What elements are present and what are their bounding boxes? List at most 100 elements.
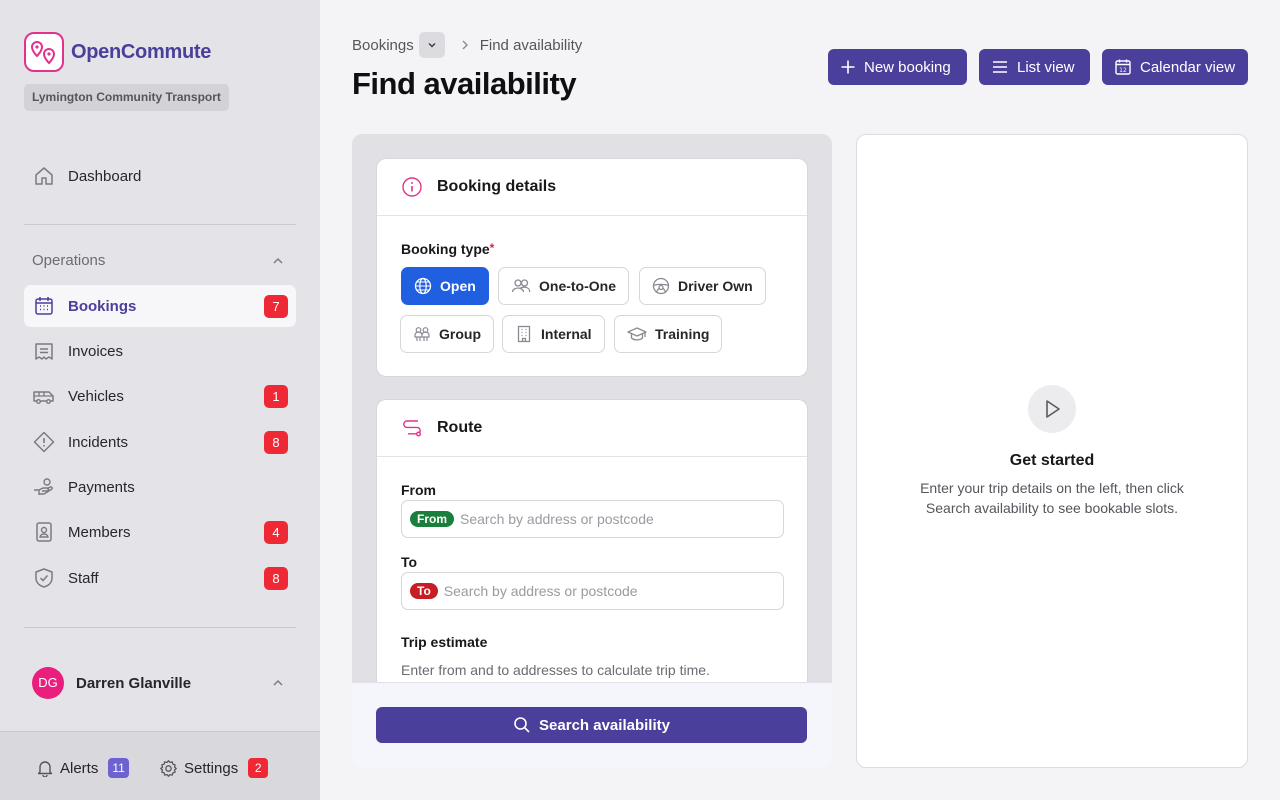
- globe-icon: [414, 277, 432, 295]
- calendar-icon: [35, 297, 53, 315]
- warning-icon: [33, 431, 55, 453]
- graduation-cap-icon: [627, 327, 647, 341]
- booking-type-internal[interactable]: Internal: [502, 315, 605, 353]
- button-label: Search availability: [539, 716, 670, 734]
- card-title: Route: [437, 419, 483, 436]
- sidebar-item-label: Staff: [68, 569, 99, 587]
- svg-text:12: 12: [1119, 67, 1127, 74]
- plus-icon: [841, 60, 855, 74]
- user-name: Darren Glanville: [76, 674, 192, 692]
- sidebar-item-staff[interactable]: Staff 8: [24, 557, 296, 599]
- breadcrumb-current: Find availability: [479, 36, 583, 54]
- booking-type-driver-own[interactable]: Driver Own: [639, 267, 766, 305]
- breadcrumb-dropdown[interactable]: [418, 32, 445, 58]
- gear-icon: [160, 759, 177, 777]
- chevron-up-icon[interactable]: [271, 254, 285, 268]
- avatar: DG: [32, 667, 64, 699]
- alerts-count-badge: 11: [108, 758, 129, 778]
- booking-type-label: Booking type*: [401, 241, 494, 257]
- sidebar-item-dashboard[interactable]: Dashboard: [24, 155, 296, 197]
- chip-label: Internal: [541, 326, 592, 342]
- from-placeholder: Search by address or postcode: [460, 511, 654, 527]
- users-icon: [511, 279, 531, 293]
- count-badge: 7: [264, 295, 288, 318]
- hand-coins-icon: [34, 478, 53, 495]
- chip-label: Group: [439, 326, 481, 342]
- page-title: Find availability: [352, 66, 577, 101]
- from-address-input[interactable]: From Search by address or postcode: [401, 500, 784, 538]
- new-booking-button[interactable]: New booking: [828, 49, 967, 85]
- app-name: OpenCommute: [71, 40, 212, 63]
- breadcrumb-parent[interactable]: Bookings: [352, 37, 414, 54]
- card-header: Booking details: [377, 159, 807, 216]
- home-icon: [35, 167, 53, 185]
- from-tag: From: [410, 511, 454, 527]
- empty-state-description: Enter your trip details on the left, the…: [920, 480, 1184, 516]
- list-icon: [993, 61, 1007, 73]
- booking-type-one-to-one[interactable]: One-to-One: [498, 267, 629, 305]
- bell-icon: [37, 761, 53, 777]
- sidebar-footer: Alerts 11 Settings 2: [0, 731, 320, 800]
- user-menu[interactable]: DG Darren Glanville: [32, 667, 191, 699]
- sidebar: OpenCommute Lymington Community Transpor…: [0, 0, 320, 800]
- sidebar-item-vehicles[interactable]: Vehicles 1: [24, 375, 296, 417]
- button-label: Calendar view: [1140, 58, 1236, 76]
- to-tag: To: [410, 583, 438, 599]
- bus-icon: [33, 391, 54, 404]
- to-address-input[interactable]: To Search by address or postcode: [401, 572, 784, 610]
- section-heading: Operations: [32, 252, 106, 269]
- chevron-down-icon: [428, 42, 436, 48]
- search-icon: [514, 717, 530, 733]
- booking-form-panel: Booking details Booking type* Open One-t…: [352, 134, 832, 768]
- steering-wheel-icon: [652, 277, 670, 295]
- sidebar-item-invoices[interactable]: Invoices: [24, 330, 296, 372]
- settings-button[interactable]: Settings 2: [159, 758, 269, 778]
- id-card-icon: [36, 522, 52, 542]
- sidebar-item-label: Vehicles: [68, 387, 124, 405]
- empty-state-title: Get started: [1009, 452, 1095, 469]
- from-label: From: [401, 482, 436, 498]
- card-title: Booking details: [437, 178, 557, 195]
- required-mark: *: [489, 241, 495, 255]
- sidebar-item-label: Payments: [68, 478, 135, 496]
- chip-label: Driver Own: [678, 278, 753, 294]
- count-badge: 8: [264, 431, 288, 454]
- chevron-up-icon[interactable]: [271, 676, 285, 690]
- app-logo[interactable]: OpenCommute: [24, 32, 211, 72]
- count-badge: 1: [264, 385, 288, 408]
- divider: [24, 224, 296, 225]
- breadcrumb: Bookings Find availability: [352, 32, 582, 58]
- sidebar-item-label: Dashboard: [68, 167, 142, 185]
- sidebar-item-payments[interactable]: Payments: [24, 466, 296, 508]
- calendar-view-button[interactable]: 12 Calendar view: [1102, 49, 1248, 85]
- booking-type-open[interactable]: Open: [401, 267, 489, 305]
- receipt-icon: [35, 343, 53, 360]
- count-badge: 8: [264, 567, 288, 590]
- button-label: New booking: [864, 58, 951, 76]
- booking-type-group[interactable]: Group: [400, 315, 494, 353]
- results-panel: Get started Enter your trip details on t…: [856, 134, 1248, 768]
- sidebar-item-incidents[interactable]: Incidents 8: [24, 421, 296, 463]
- sidebar-item-members[interactable]: Members 4: [24, 511, 296, 553]
- play-icon: [1028, 385, 1076, 433]
- trip-estimate-label: Trip estimate: [401, 634, 488, 650]
- route-icon: [403, 420, 421, 437]
- label-text: Booking type: [401, 241, 490, 257]
- booking-details-card: Booking details Booking type* Open One-t…: [376, 158, 808, 377]
- calendar-icon: 12: [1115, 59, 1131, 75]
- location-pins-icon: [24, 32, 64, 72]
- sidebar-item-label: Members: [68, 523, 131, 541]
- settings-count-badge: 2: [248, 758, 269, 778]
- sidebar-item-bookings[interactable]: Bookings 7: [24, 285, 296, 327]
- list-view-button[interactable]: List view: [979, 49, 1090, 85]
- chip-label: One-to-One: [539, 278, 616, 294]
- org-badge: Lymington Community Transport: [24, 84, 229, 111]
- alerts-button[interactable]: Alerts 11: [36, 758, 129, 778]
- form-footer: Search availability: [352, 682, 832, 768]
- chip-label: Open: [440, 278, 476, 294]
- booking-type-training[interactable]: Training: [614, 315, 723, 353]
- settings-label: Settings: [184, 759, 239, 777]
- sidebar-item-label: Incidents: [68, 433, 129, 451]
- card-header: Route: [377, 400, 807, 457]
- search-availability-button[interactable]: Search availability: [376, 707, 807, 743]
